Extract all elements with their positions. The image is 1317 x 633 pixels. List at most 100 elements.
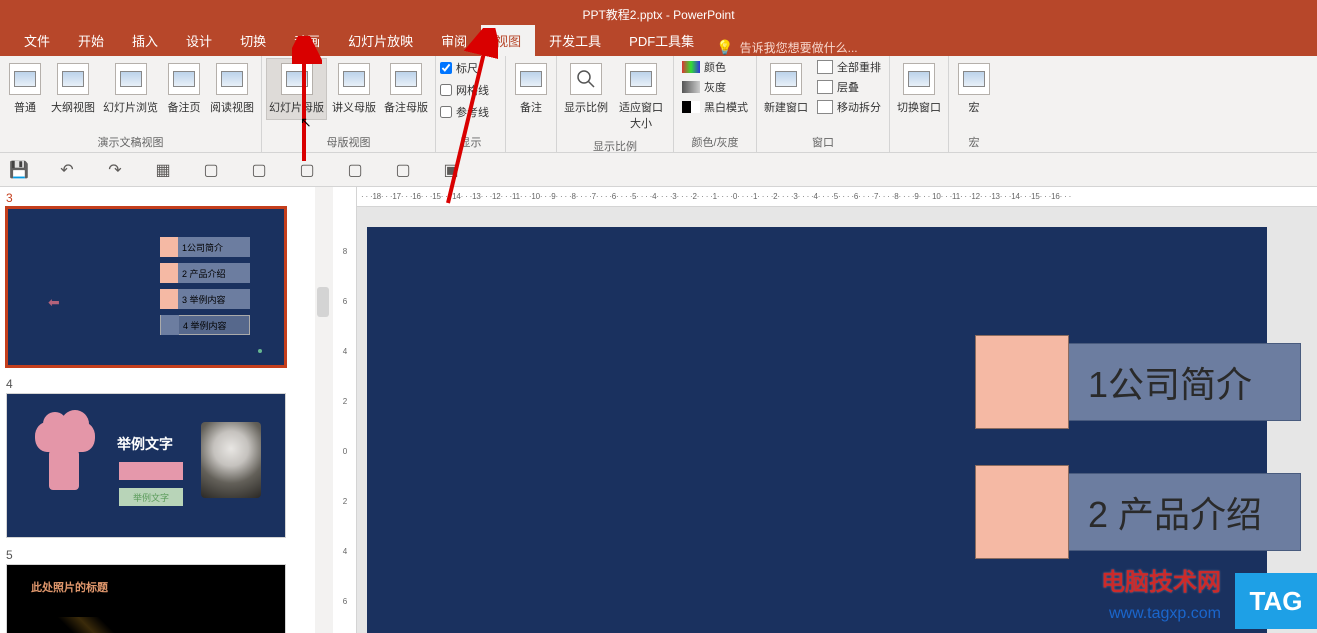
new-window-button[interactable]: 新建窗口 xyxy=(761,58,811,120)
qat-icon-4[interactable]: ▦ xyxy=(154,161,172,179)
qat-icon-10[interactable]: ▣ xyxy=(442,161,460,179)
arrange-all-icon xyxy=(817,60,833,74)
thumb4-photo xyxy=(201,422,261,498)
tab-review[interactable]: 审阅 xyxy=(427,25,481,56)
blackwhite-button[interactable]: 黑白模式 xyxy=(678,98,752,116)
tab-design[interactable]: 设计 xyxy=(172,25,226,56)
handout-master-button[interactable]: 讲义母版 xyxy=(329,58,379,120)
slide-sorter-icon xyxy=(115,63,147,95)
group-label-show: 显示 xyxy=(440,132,501,152)
normal-view-button[interactable]: 普通 xyxy=(4,58,46,120)
move-split-icon xyxy=(817,100,833,114)
arrange-all-button[interactable]: 全部重排 xyxy=(813,58,885,76)
tab-insert[interactable]: 插入 xyxy=(118,25,172,56)
slide-bar-2[interactable]: 2 产品介绍 xyxy=(1047,473,1301,551)
splitter-grip-icon[interactable] xyxy=(317,287,329,317)
group-color-grayscale: 颜色 灰度 黑白模式 颜色/灰度 xyxy=(674,56,757,152)
tab-slideshow[interactable]: 幻灯片放映 xyxy=(334,25,427,56)
thumbnail-3-wrap[interactable]: 3 ⬅ 1公司简介 2 产品介绍 3 举例内容 4 举例内容 xyxy=(6,191,309,367)
qat-icon-6[interactable]: ▢ xyxy=(250,161,268,179)
group-presentation-views: 普通 大纲视图 幻灯片浏览 备注页 阅读视图 演示文稿视图 xyxy=(0,56,262,152)
thumbnail-pane[interactable]: 3 ⬅ 1公司简介 2 产品介绍 3 举例内容 4 举例内容 4 举例文字 举例… xyxy=(0,187,315,633)
horizontal-ruler: · · ·18· · ·17· · ·16· · ·15· · ·14· · ·… xyxy=(357,187,1317,207)
fit-window-icon xyxy=(625,63,657,95)
thumbnail-5-wrap[interactable]: 5 此处照片的标题 xyxy=(6,548,309,633)
notes-button[interactable]: 备注 xyxy=(510,58,552,120)
thumbnail-5[interactable]: 此处照片的标题 xyxy=(6,564,286,633)
thumbnail-3[interactable]: ⬅ 1公司简介 2 产品介绍 3 举例内容 4 举例内容 xyxy=(6,207,286,367)
group-master-views: 幻灯片母版 讲义母版 备注母版 母版视图 xyxy=(262,56,436,152)
thumbnail-4-wrap[interactable]: 4 举例文字 举例文字 xyxy=(6,377,309,538)
group-label-color: 颜色/灰度 xyxy=(678,132,752,152)
pane-splitter[interactable] xyxy=(315,187,333,633)
tab-file[interactable]: 文件 xyxy=(10,25,64,56)
normal-view-icon xyxy=(9,63,41,95)
tab-developer[interactable]: 开发工具 xyxy=(535,25,615,56)
macros-button[interactable]: 宏 xyxy=(953,58,995,120)
grayscale-button[interactable]: 灰度 xyxy=(678,78,752,96)
bulb-icon: 💡 xyxy=(716,39,733,56)
group-switch-window: 切换窗口 xyxy=(890,56,949,152)
notes-page-icon xyxy=(168,63,200,95)
slide-shape-row-1[interactable]: 1公司简介 xyxy=(975,335,1301,429)
qat-icon-8[interactable]: ▢ xyxy=(346,161,364,179)
qat-icon-9[interactable]: ▢ xyxy=(394,161,412,179)
undo-icon[interactable]: ↶ xyxy=(58,161,76,179)
ribbon: 普通 大纲视图 幻灯片浏览 备注页 阅读视图 演示文稿视图 幻灯片母版 讲义母版… xyxy=(0,56,1317,153)
group-label-zoom: 显示比例 xyxy=(561,136,669,156)
slide-square-1[interactable] xyxy=(975,335,1069,429)
cascade-button[interactable]: 层叠 xyxy=(813,78,885,96)
ruler-checkbox[interactable]: 标尺 xyxy=(440,58,489,78)
tab-view[interactable]: 视图 xyxy=(481,25,535,56)
notes-master-icon xyxy=(390,63,422,95)
notes-master-button[interactable]: 备注母版 xyxy=(381,58,431,120)
color-button[interactable]: 颜色 xyxy=(678,58,752,76)
tab-animations[interactable]: 动画 xyxy=(280,25,334,56)
notes-page-button[interactable]: 备注页 xyxy=(163,58,205,120)
thumb5-image xyxy=(51,617,131,633)
blackwhite-icon xyxy=(682,101,700,113)
slide-square-2[interactable] xyxy=(975,465,1069,559)
reading-view-icon xyxy=(216,63,248,95)
guides-checkbox[interactable]: 参考线 xyxy=(440,102,489,122)
quick-access-toolbar: 💾 ↶ ↷ ▦ ▢ ▢ ▢ ▢ ▢ ▣ xyxy=(0,153,1317,187)
group-show: 标尺 网格线 参考线 显示 xyxy=(436,56,506,152)
gridlines-checkbox[interactable]: 网格线 xyxy=(440,80,489,100)
save-icon[interactable]: 💾 xyxy=(10,161,28,179)
thumb-number-3: 3 xyxy=(6,191,309,205)
group-zoom: 显示比例 适应窗口大小 显示比例 xyxy=(557,56,674,152)
zoom-icon xyxy=(570,63,602,95)
group-notes: 备注 xyxy=(506,56,557,152)
switch-window-button[interactable]: 切换窗口 xyxy=(894,58,944,120)
tell-me[interactable]: 💡 告诉我您想要做什么... xyxy=(708,39,865,56)
tab-pdf[interactable]: PDF工具集 xyxy=(615,25,708,56)
group-window: 新建窗口 全部重排 层叠 移动拆分 窗口 xyxy=(757,56,890,152)
thumbnail-4[interactable]: 举例文字 举例文字 xyxy=(6,393,286,538)
title-bar: PPT教程2.pptx - PowerPoint xyxy=(0,0,1317,28)
app-title: PPT教程2.pptx - PowerPoint xyxy=(582,6,734,23)
thumb-number-5: 5 xyxy=(6,548,309,562)
move-split-button[interactable]: 移动拆分 xyxy=(813,98,885,116)
reading-view-button[interactable]: 阅读视图 xyxy=(207,58,257,120)
slide-master-button[interactable]: 幻灯片母版 xyxy=(266,58,327,120)
slide-bar-1[interactable]: 1公司简介 xyxy=(1047,343,1301,421)
watermark-text-2: www.tagxp.com xyxy=(1109,605,1221,623)
watermark-text-1: 电脑技术网 xyxy=(1101,562,1221,597)
vertical-ruler: 8 6 4 2 0 2 4 6 xyxy=(333,187,357,633)
tab-transitions[interactable]: 切换 xyxy=(226,25,280,56)
fit-window-button[interactable]: 适应窗口大小 xyxy=(613,58,669,136)
handout-master-icon xyxy=(338,63,370,95)
slide-shape-row-2[interactable]: 2 产品介绍 xyxy=(975,465,1301,559)
group-label-macros: 宏 xyxy=(953,132,995,152)
tab-home[interactable]: 开始 xyxy=(64,25,118,56)
thumb3-arrow-icon: ⬅ xyxy=(48,294,60,311)
ribbon-tabs: 文件 开始 插入 设计 切换 动画 幻灯片放映 审阅 视图 开发工具 PDF工具… xyxy=(0,28,1317,56)
qat-icon-7[interactable]: ▢ xyxy=(298,161,316,179)
slide-sorter-button[interactable]: 幻灯片浏览 xyxy=(100,58,161,120)
thumb3-dot xyxy=(258,349,262,353)
redo-icon[interactable]: ↷ xyxy=(106,161,124,179)
qat-icon-5[interactable]: ▢ xyxy=(202,161,220,179)
zoom-button[interactable]: 显示比例 xyxy=(561,58,611,120)
outline-view-button[interactable]: 大纲视图 xyxy=(48,58,98,120)
color-icon xyxy=(682,61,700,73)
